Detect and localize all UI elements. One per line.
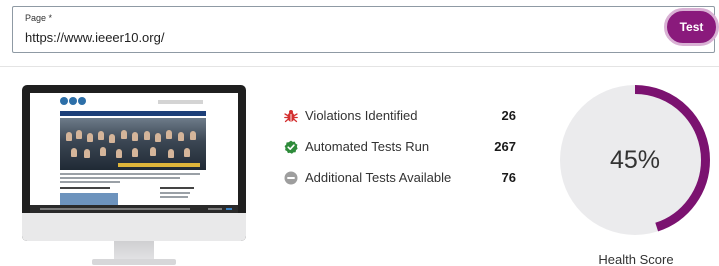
site-text-line <box>60 181 120 183</box>
health-score-value: 45% <box>609 145 661 174</box>
minus-circle-icon <box>284 171 298 185</box>
monitor-chin <box>22 213 246 241</box>
check-circle-icon <box>284 140 298 154</box>
stat-label: Violations Identified <box>305 108 418 123</box>
health-score-gauge: 45% <box>560 85 710 235</box>
stat-automated-tests-run: Automated Tests Run 267 <box>284 139 516 157</box>
site-photo-banner <box>118 163 200 167</box>
site-text-line <box>60 177 180 179</box>
stat-value: 26 <box>501 108 516 123</box>
monitor-stand-neck <box>114 241 154 261</box>
stat-label: Automated Tests Run <box>305 139 430 154</box>
site-nav-bar <box>60 111 206 116</box>
site-blue-panel <box>60 193 118 205</box>
bug-icon <box>284 110 298 123</box>
page-url-input[interactable] <box>25 27 625 47</box>
site-text-line <box>160 192 190 194</box>
stat-value: 267 <box>494 139 516 154</box>
site-preview-monitor <box>22 85 246 266</box>
site-cookie-bar <box>30 205 238 213</box>
site-screenshot-thumbnail <box>30 93 238 213</box>
site-heading-line <box>60 187 110 189</box>
page-url-field[interactable]: Page * <box>12 6 715 53</box>
site-text-line <box>160 196 188 198</box>
site-search-bar <box>158 100 203 104</box>
site-heading-line <box>160 187 194 189</box>
stat-label: Additional Tests Available <box>305 170 452 185</box>
stat-additional-tests-available: Additional Tests Available 76 <box>284 170 516 188</box>
site-text-line <box>60 173 200 175</box>
page-field-label: Page * <box>25 13 53 23</box>
site-logo <box>60 97 90 107</box>
section-divider <box>0 66 719 67</box>
health-score-caption: Health Score <box>598 252 674 266</box>
stat-value: 76 <box>501 170 516 185</box>
stat-violations-identified: Violations Identified 26 <box>284 108 516 126</box>
test-button[interactable]: Test <box>664 8 719 46</box>
monitor-stand-base <box>92 259 176 265</box>
